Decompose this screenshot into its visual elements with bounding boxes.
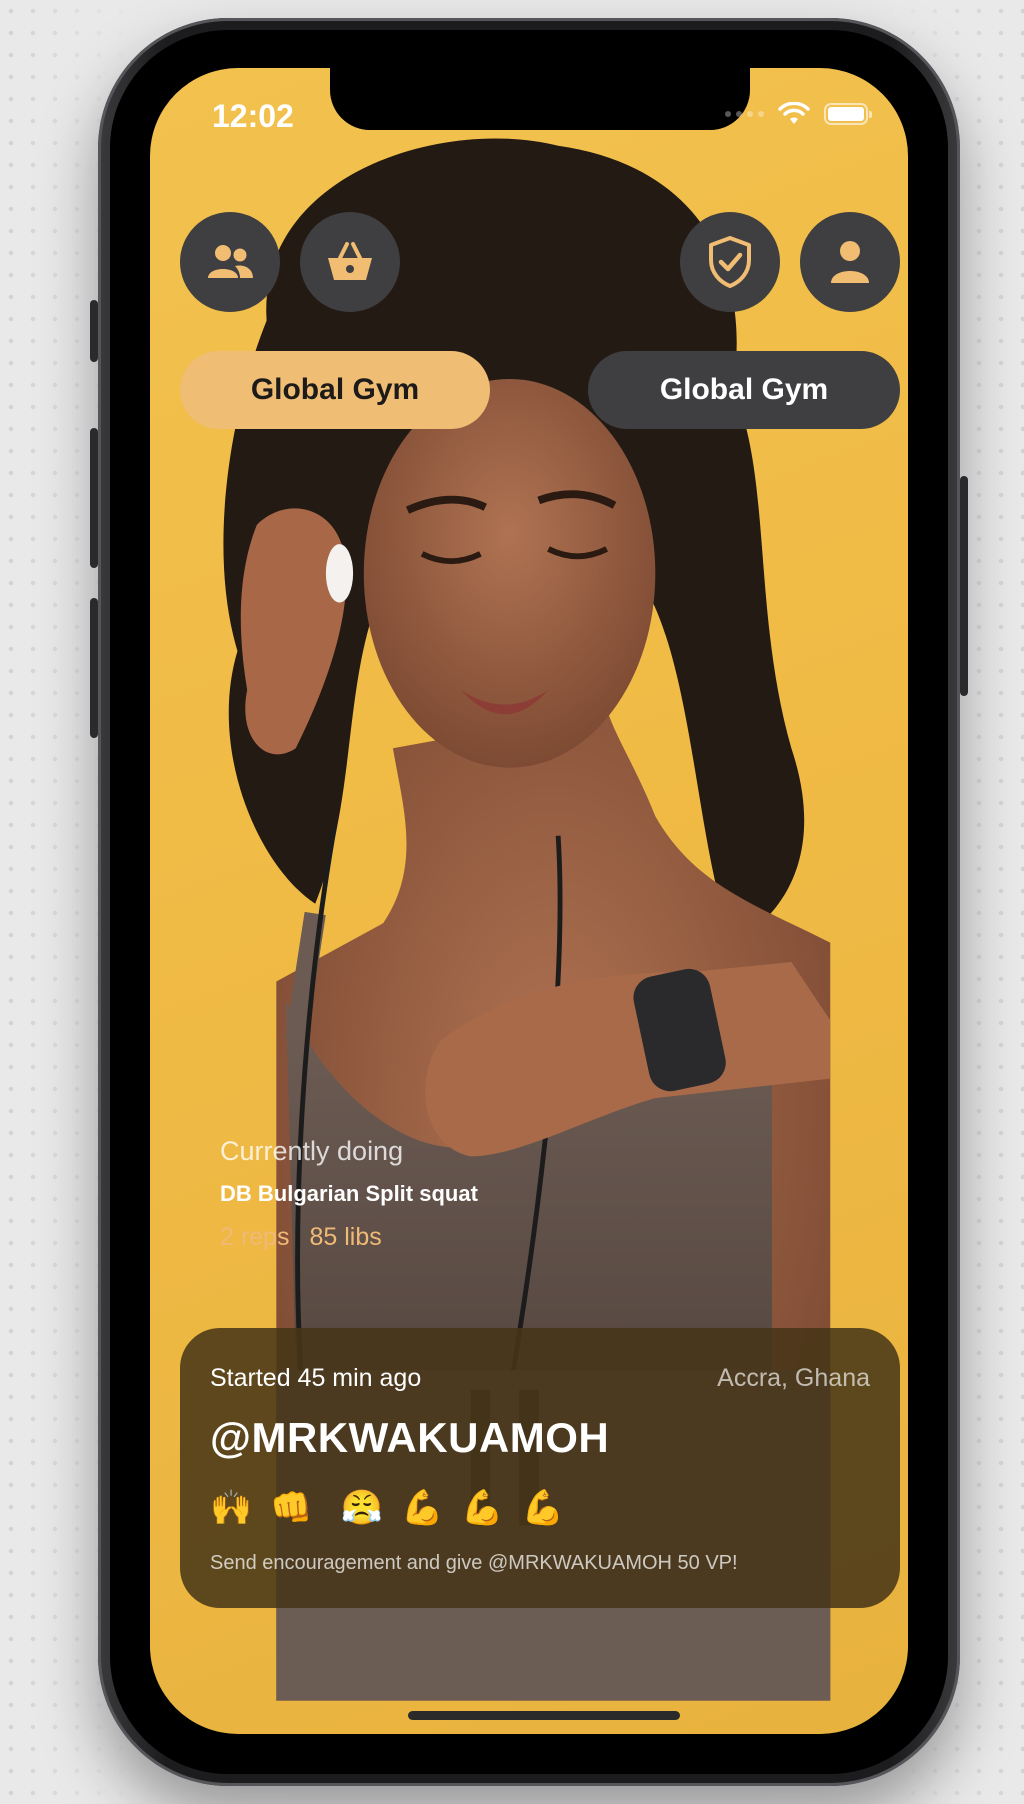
app-screen: 12:02 Global Gym Global Gym Currently do… — [150, 68, 908, 1734]
shield-check-icon — [709, 236, 751, 288]
wifi-icon — [778, 102, 810, 124]
shop-button[interactable] — [300, 212, 400, 312]
session-location: Accra, Ghana — [717, 1364, 870, 1392]
weight-value: 85 libs — [309, 1223, 382, 1251]
encouragement-note: Send encouragement and give @MRKWAKUAMOH… — [210, 1552, 738, 1574]
safety-button[interactable] — [680, 212, 780, 312]
shopping-basket-icon — [328, 242, 372, 280]
battery-icon — [824, 103, 872, 125]
reaction-fist-bump[interactable]: 👊 — [270, 1488, 312, 1528]
mute-switch — [90, 300, 98, 362]
volume-down-button — [90, 598, 98, 738]
notch — [330, 68, 750, 130]
phone-frame: 12:02 Global Gym Global Gym Currently do… — [90, 18, 968, 1786]
people-icon — [208, 245, 253, 278]
session-card: Started 45 min ago Accra, Ghana @MRKWAKU… — [180, 1328, 900, 1608]
reaction-flex-2[interactable]: 💪 — [461, 1488, 503, 1528]
friends-button[interactable] — [180, 212, 280, 312]
global-gym-tab[interactable]: Global Gym — [588, 351, 900, 429]
reps-value: 2 reps — [220, 1223, 290, 1251]
status-time: 12:02 — [212, 98, 294, 134]
volume-up-button — [90, 428, 98, 568]
currently-doing-label: Currently doing — [220, 1136, 404, 1166]
reaction-flex-1[interactable]: 💪 — [401, 1488, 443, 1528]
exercise-stats: 2 reps 85 libs — [220, 1223, 478, 1252]
cellular-signal-icon — [725, 111, 764, 117]
home-indicator[interactable] — [408, 1711, 680, 1720]
exercise-name: DB Bulgarian Split squat — [220, 1181, 478, 1206]
person-icon — [831, 241, 869, 283]
phone-bezel: 12:02 Global Gym Global Gym Currently do… — [110, 30, 948, 1774]
current-activity: Currently doing DB Bulgarian Split squat… — [220, 1136, 478, 1252]
reaction-raised-hands[interactable]: 🙌 — [210, 1488, 252, 1528]
reaction-flex-3[interactable]: 💪 — [522, 1488, 564, 1528]
reaction-bar: 🙌 👊 😤 💪 💪 💪 — [210, 1488, 564, 1528]
reaction-triumph[interactable]: 😤 — [341, 1488, 383, 1528]
power-button — [960, 476, 968, 696]
session-start-time: Started 45 min ago — [210, 1364, 422, 1392]
status-indicators — [725, 102, 872, 126]
profile-button[interactable] — [800, 212, 900, 312]
global-gym-tab-active[interactable]: Global Gym — [180, 351, 490, 429]
username[interactable]: @MRKWAKUAMOH — [210, 1414, 609, 1462]
